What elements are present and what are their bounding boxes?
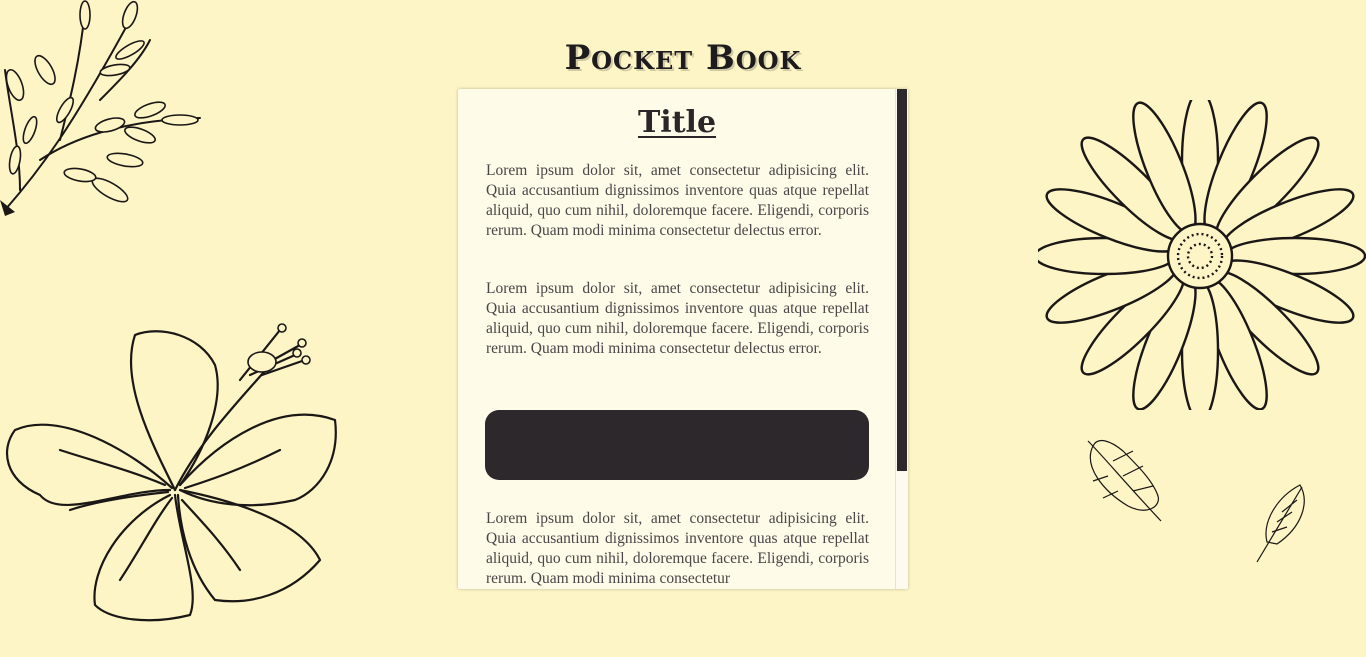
small-leaf-icon xyxy=(1256,484,1305,563)
oak-leaf-icon xyxy=(1087,439,1162,522)
scrollbar-thumb[interactable] xyxy=(897,89,907,471)
card-title: Title xyxy=(637,105,717,140)
hibiscus-flower-icon xyxy=(6,323,337,622)
dark-content-block xyxy=(485,410,869,480)
daisy-flower-icon xyxy=(1038,100,1366,410)
page: Pocket Book Title Lorem ipsum dolor sit,… xyxy=(0,0,1366,657)
paragraph-2: Lorem ipsum dolor sit, amet consectetur … xyxy=(486,280,869,357)
fern-branch-icon xyxy=(0,0,201,216)
card-scroll-area[interactable]: Title Lorem ipsum dolor sit, amet consec… xyxy=(458,89,896,589)
app-title: Pocket Book xyxy=(564,38,802,78)
scrollbar-track[interactable] xyxy=(895,89,908,589)
paragraph-1: Lorem ipsum dolor sit, amet consectetur … xyxy=(486,162,869,239)
content-card: Title Lorem ipsum dolor sit, amet consec… xyxy=(458,89,908,589)
paragraph-3: Lorem ipsum dolor sit, amet consectetur … xyxy=(486,510,869,587)
